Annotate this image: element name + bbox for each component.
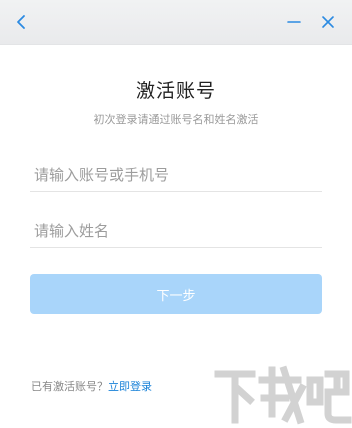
close-button[interactable] bbox=[314, 8, 342, 36]
activate-account-window: 激活账号 初次登录请通过账号名和姓名激活 下一步 已有激活账号？立即登录 bbox=[0, 0, 352, 428]
minimize-icon bbox=[287, 21, 301, 23]
footer-login-prompt: 已有激活账号？立即登录 bbox=[31, 378, 152, 394]
back-button[interactable] bbox=[8, 8, 36, 36]
chevron-left-icon bbox=[17, 15, 25, 29]
page-subtitle: 初次登录请通过账号名和姓名激活 bbox=[93, 113, 259, 126]
minimize-button[interactable] bbox=[280, 8, 308, 36]
xiazaiba-logo bbox=[214, 365, 352, 425]
login-now-link[interactable]: 立即登录 bbox=[108, 380, 152, 393]
existing-account-text: 已有激活账号？ bbox=[31, 380, 108, 393]
next-step-button[interactable]: 下一步 bbox=[30, 274, 322, 314]
account-input[interactable] bbox=[30, 158, 322, 192]
page-title: 激活账号 bbox=[135, 80, 216, 102]
name-input[interactable] bbox=[30, 214, 322, 248]
title-bar bbox=[0, 0, 352, 45]
close-icon bbox=[322, 16, 334, 28]
next-step-label: 下一步 bbox=[156, 288, 196, 304]
